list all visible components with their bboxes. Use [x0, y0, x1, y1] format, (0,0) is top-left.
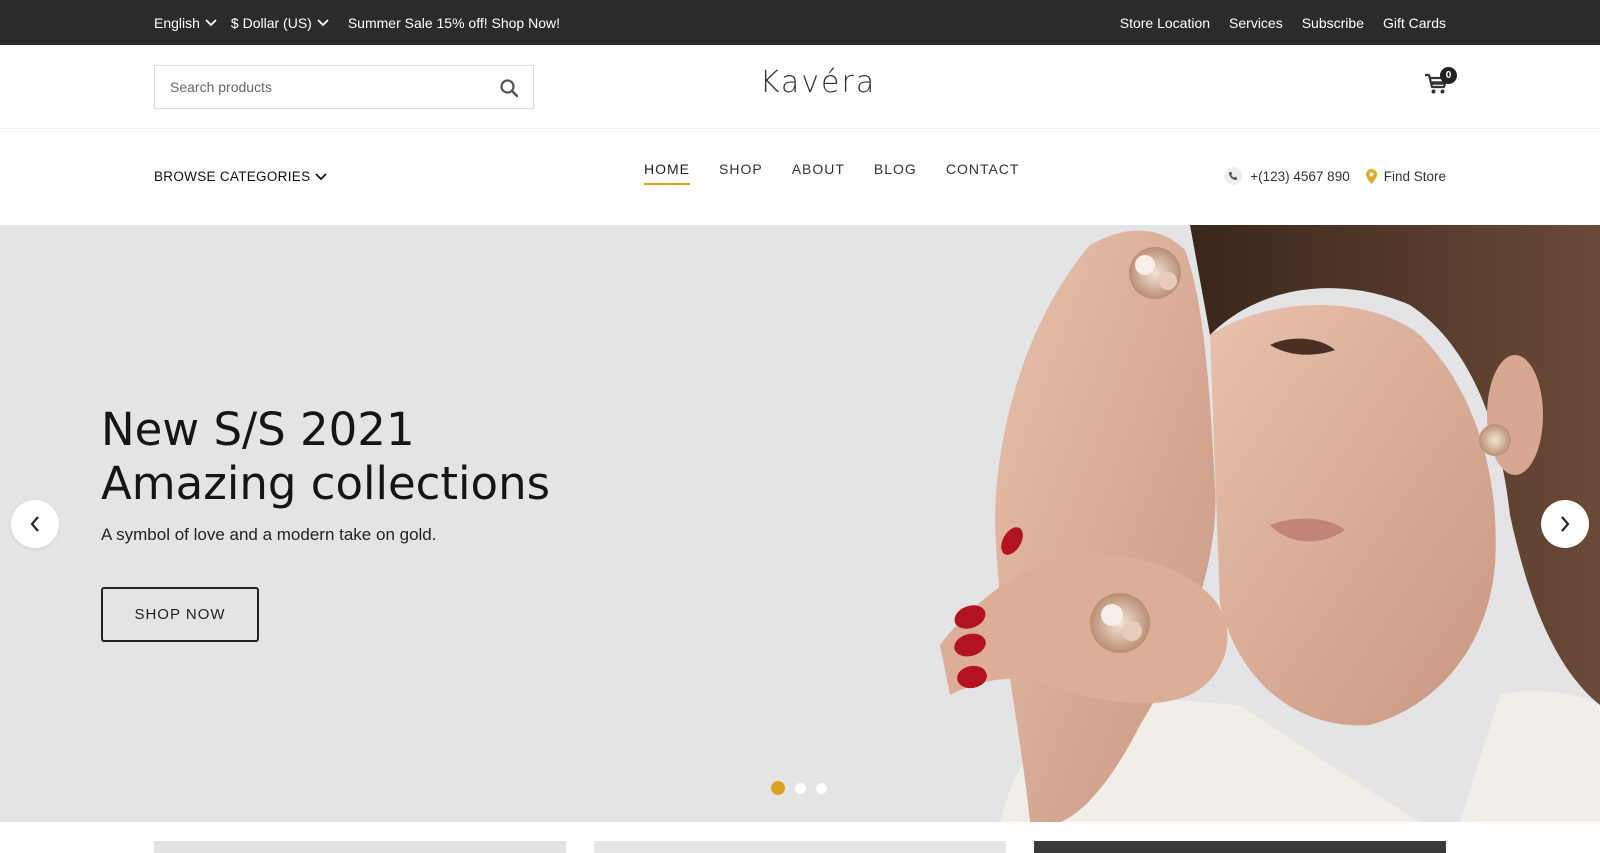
ring-lower [1090, 593, 1150, 653]
hero-title-line-2: Amazing collections [101, 457, 551, 510]
promo-text[interactable]: Summer Sale 15% off! Shop Now! [348, 15, 560, 31]
hero-title: New S/S 2021 Amazing collections [101, 403, 550, 511]
nav-item-shop[interactable]: SHOP [719, 161, 763, 185]
language-selector[interactable]: English [154, 15, 217, 31]
slider-dot-3[interactable] [816, 782, 827, 794]
nav-item-contact[interactable]: CONTACT [946, 161, 1020, 185]
hero-model-image [940, 225, 1600, 822]
currency-selector[interactable]: $ Dollar (US) [231, 15, 329, 31]
gift-cards-link[interactable]: Gift Cards [1383, 15, 1446, 31]
nav-item-blog[interactable]: BLOG [874, 161, 917, 185]
main-navigation: BROWSE CATEGORIES HOME SHOP ABOUT BLOG C… [0, 129, 1600, 225]
store-location-link[interactable]: Store Location [1120, 15, 1210, 31]
chevron-right-icon [1561, 516, 1570, 532]
category-cards-strip [0, 822, 1600, 853]
chevron-down-icon [205, 18, 217, 26]
top-bar-links: Store Location Services Subscribe Gift C… [1101, 0, 1446, 45]
search-icon[interactable] [499, 78, 519, 98]
slider-dots [771, 781, 837, 795]
slider-dot-2[interactable] [795, 782, 806, 794]
nav-menu: HOME SHOP ABOUT BLOG CONTACT [644, 161, 1048, 185]
hero-subtitle: A symbol of love and a modern take on go… [101, 525, 437, 544]
cart-button[interactable]: 0 [1424, 67, 1457, 99]
site-header: Kavéra 0 [0, 45, 1600, 129]
search-box [154, 65, 534, 109]
category-card-3[interactable] [1034, 841, 1446, 853]
slider-prev-button[interactable] [11, 500, 59, 548]
ring-upper [1129, 247, 1181, 299]
chevron-left-icon [30, 516, 39, 532]
services-link[interactable]: Services [1229, 15, 1283, 31]
top-bar-left: English $ Dollar (US) Summer Sale 15% of… [154, 0, 560, 45]
shop-now-button[interactable]: SHOP NOW [101, 587, 259, 642]
contact-info: +(123) 4567 890 Find Store [1224, 167, 1446, 185]
slider-next-button[interactable] [1541, 500, 1589, 548]
slider-dot-1[interactable] [771, 781, 785, 795]
language-label: English [154, 14, 200, 31]
nav-item-about[interactable]: ABOUT [792, 161, 845, 185]
phone-icon [1224, 167, 1243, 185]
find-store-link[interactable]: Find Store [1384, 169, 1446, 184]
nav-item-home[interactable]: HOME [644, 161, 690, 185]
browse-categories-label: BROWSE CATEGORIES [154, 169, 311, 184]
phone-number[interactable]: +(123) 4567 890 [1250, 169, 1349, 184]
browse-categories-button[interactable]: BROWSE CATEGORIES [154, 169, 328, 184]
cart-count-badge: 0 [1440, 67, 1457, 84]
hero-title-line-1: New S/S 2021 [101, 403, 415, 456]
category-card-2[interactable] [594, 841, 1006, 853]
category-card-1[interactable] [154, 841, 566, 853]
chevron-down-icon [317, 18, 329, 26]
site-logo[interactable]: Kavéra [700, 65, 936, 100]
search-input[interactable] [155, 66, 475, 108]
chevron-down-icon [315, 172, 328, 180]
currency-label: $ Dollar (US) [230, 14, 312, 31]
map-pin-icon [1365, 168, 1377, 184]
subscribe-link[interactable]: Subscribe [1302, 15, 1364, 31]
hero-slider: New S/S 2021 Amazing collections A symbo… [0, 225, 1600, 822]
top-bar: English $ Dollar (US) Summer Sale 15% of… [0, 0, 1600, 45]
